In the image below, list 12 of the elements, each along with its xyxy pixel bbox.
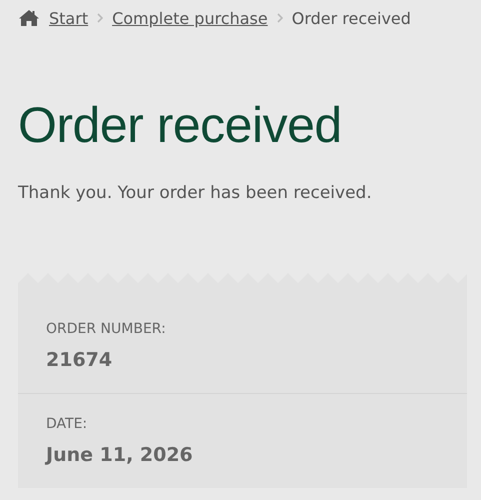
- chevron-icon: [97, 13, 104, 23]
- breadcrumb-link[interactable]: Complete purchase: [112, 8, 268, 28]
- detail-value: 21674: [46, 349, 114, 371]
- breadcrumb-link[interactable]: Start: [49, 8, 88, 28]
- page-title: Order received: [18, 96, 343, 155]
- breadcrumb-current: Order received: [292, 8, 411, 28]
- detail-label: DATE:: [46, 416, 88, 432]
- chevron-icon: [276, 13, 283, 23]
- detail-label: ORDER NUMBER:: [46, 321, 167, 337]
- confirmation-message: Thank you. Your order has been received.: [18, 183, 373, 203]
- detail-value: June 11, 2026: [46, 444, 194, 466]
- home-icon[interactable]: [18, 9, 40, 27]
